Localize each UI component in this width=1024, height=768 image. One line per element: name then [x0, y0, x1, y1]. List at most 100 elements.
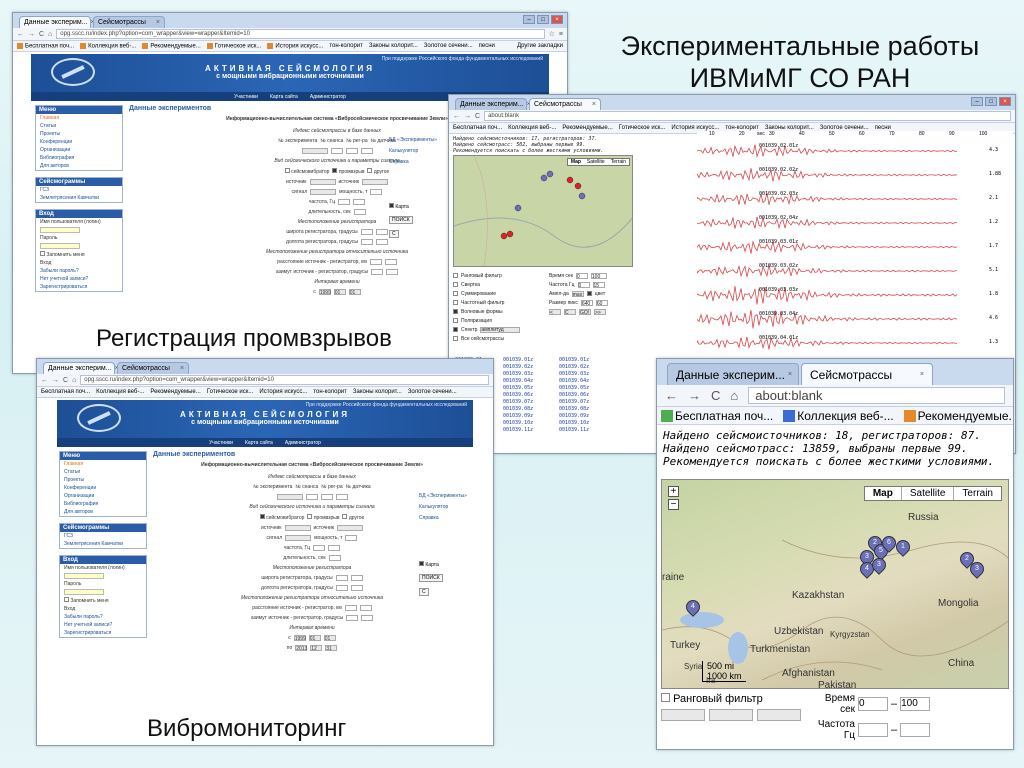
site-logo-icon[interactable]	[77, 404, 121, 432]
distance-to[interactable]	[359, 605, 372, 611]
freq-to[interactable]: 15	[592, 281, 605, 289]
trace-link[interactable]: 001039.02z	[503, 364, 533, 371]
trace-link[interactable]: 001039.03z	[503, 371, 533, 378]
sidebar-item-kamchatka[interactable]: Землетрясения Камчатки	[60, 540, 146, 548]
prev-button[interactable]: <	[549, 308, 561, 316]
reload-icon[interactable]: C	[63, 377, 68, 384]
db-experiments-link[interactable]: БД «Эксперименты»	[389, 135, 437, 146]
trace-link[interactable]: 001039.10z	[503, 420, 533, 427]
close-icon[interactable]: ×	[180, 365, 184, 372]
trace-link[interactable]: 001039.11z	[503, 427, 533, 434]
sidebar-item-home[interactable]: Главная	[60, 460, 146, 468]
bookmark-item[interactable]: Коллекция веб-...	[783, 409, 894, 423]
radio-blast[interactable]: промвзрыв	[307, 514, 339, 521]
forward-icon[interactable]: →	[688, 388, 701, 403]
time-from[interactable]: 0	[858, 697, 888, 711]
no-account-link[interactable]: Нет учетной записи?	[60, 621, 146, 629]
sidebar-item-organizations[interactable]: Организации	[60, 492, 146, 500]
other-bookmarks[interactable]: Другие закладки	[517, 43, 563, 49]
radio-icon[interactable]	[332, 168, 338, 173]
signal-select[interactable]	[285, 535, 312, 541]
freq-from[interactable]: 0	[577, 281, 590, 289]
search-button[interactable]: ПОИСК	[419, 574, 443, 582]
forward-icon[interactable]: →	[464, 113, 471, 120]
sidebar-item-bibliography[interactable]: Библиография	[60, 500, 146, 508]
remember-me[interactable]: Запомнить меня	[36, 250, 122, 259]
address-bar[interactable]: opg.sscc.ru/index.php?option=com_wrapper…	[80, 375, 489, 385]
bookmark-item[interactable]: История искусс...	[267, 42, 323, 49]
bookmark-label[interactable]: Рекомендуемые...	[562, 125, 612, 131]
minimize-icon[interactable]: –	[971, 97, 983, 106]
small-map[interactable]: Map Satellite Terrain	[453, 155, 633, 267]
zoom-out-icon[interactable]: −	[668, 499, 679, 510]
trace-link[interactable]: 001039.09z	[503, 413, 533, 420]
help-link[interactable]: Справка	[419, 513, 467, 524]
checkbox-icon[interactable]	[453, 327, 458, 332]
source-select-2[interactable]	[362, 179, 389, 185]
source-select[interactable]	[284, 525, 311, 531]
power-input[interactable]	[345, 535, 358, 541]
azimuth-from[interactable]	[346, 615, 359, 621]
menu-participants[interactable]: Участники	[234, 94, 258, 100]
to-month[interactable]: 12	[310, 645, 323, 652]
duration-input[interactable]	[328, 555, 341, 561]
bookmark-item[interactable]: песни	[479, 43, 495, 49]
sidebar-item-bibliography[interactable]: Библиография	[36, 154, 122, 162]
sidebar-item-authors[interactable]: Для авторов	[36, 162, 122, 170]
trace-link[interactable]: 001039.03z	[559, 371, 589, 378]
registrar-input[interactable]	[345, 148, 358, 154]
rank-select-3[interactable]	[757, 709, 801, 721]
to-day[interactable]: 31	[325, 645, 338, 652]
radio-icon[interactable]	[307, 514, 313, 519]
from-year[interactable]: 1999	[293, 635, 306, 642]
latitude-to[interactable]	[350, 575, 363, 581]
bookmark-item[interactable]: Золотое сечени...	[424, 43, 473, 49]
map-type-terrain[interactable]: Terrain	[953, 487, 1001, 500]
filter-spectrum[interactable]: Спектр амплитуд	[453, 325, 629, 334]
frequency-to[interactable]	[353, 199, 366, 205]
tab-seismotraces[interactable]: Сейсмотрассы ×	[117, 362, 189, 374]
tab-experiment-data[interactable]: Данные эксперим...×	[455, 98, 531, 110]
latitude-from[interactable]	[360, 229, 373, 235]
bookmark-label[interactable]: Коллекция веб-...	[96, 389, 144, 395]
duration-input[interactable]	[353, 209, 366, 215]
rank-filter-toggle[interactable]: Ранговый фильтр	[661, 693, 801, 705]
radio-blast[interactable]: промвзрыв	[332, 168, 364, 175]
back-icon[interactable]: ←	[665, 388, 678, 403]
forward-icon[interactable]: →	[52, 377, 59, 384]
forward-icon[interactable]: →	[28, 31, 35, 38]
menu-admin[interactable]: Администратор	[310, 94, 346, 100]
reload-icon[interactable]: C	[475, 113, 480, 120]
checkbox-icon[interactable]	[453, 300, 458, 305]
map-checkbox[interactable]: Карта	[419, 561, 443, 568]
back-icon[interactable]: ←	[17, 31, 24, 38]
home-icon[interactable]: ⌂	[48, 31, 52, 38]
source-select[interactable]	[309, 179, 336, 185]
menu-icon[interactable]: ≡	[559, 31, 563, 38]
sidebar-item-authors[interactable]: Для авторов	[60, 508, 146, 516]
spectrum-select[interactable]: амплитуд	[480, 326, 521, 333]
trace-link[interactable]: 001039.11z	[559, 427, 589, 434]
bookmark-item[interactable]: Рекомендуемые...	[903, 409, 1013, 423]
reload-icon[interactable]: C	[39, 31, 44, 38]
close-window-icon[interactable]: ×	[551, 15, 563, 24]
bookmark-label[interactable]: Рекомендуемые...	[150, 389, 200, 395]
time-to[interactable]: 100	[900, 697, 931, 711]
map-type-satellite[interactable]: Satellite	[900, 487, 954, 500]
bookmark-label[interactable]: Бесплатная поч...	[453, 125, 502, 131]
radio-icon[interactable]	[284, 168, 290, 173]
all-traces-row[interactable]: Все сейсмотрассы	[453, 334, 629, 343]
trace-link[interactable]: 001039.05z	[559, 385, 589, 392]
bookmark-item[interactable]: тон-колорит	[329, 43, 363, 49]
map-checkbox[interactable]: Карта	[389, 203, 413, 210]
trace-link[interactable]: 001039.01z	[503, 357, 533, 364]
login-button[interactable]: Вход	[60, 605, 146, 613]
no-account-link[interactable]: Нет учетной записи?	[36, 275, 122, 283]
tab-experiment-data[interactable]: Данные эксперим...×	[19, 16, 95, 28]
from-year[interactable]: 1999	[318, 289, 331, 296]
radio-icon[interactable]	[367, 168, 373, 173]
checkbox-icon[interactable]	[453, 282, 458, 287]
sidebar-item-articles[interactable]: Статьи	[60, 468, 146, 476]
power-input[interactable]	[370, 189, 383, 195]
checkbox-icon[interactable]	[453, 309, 458, 314]
